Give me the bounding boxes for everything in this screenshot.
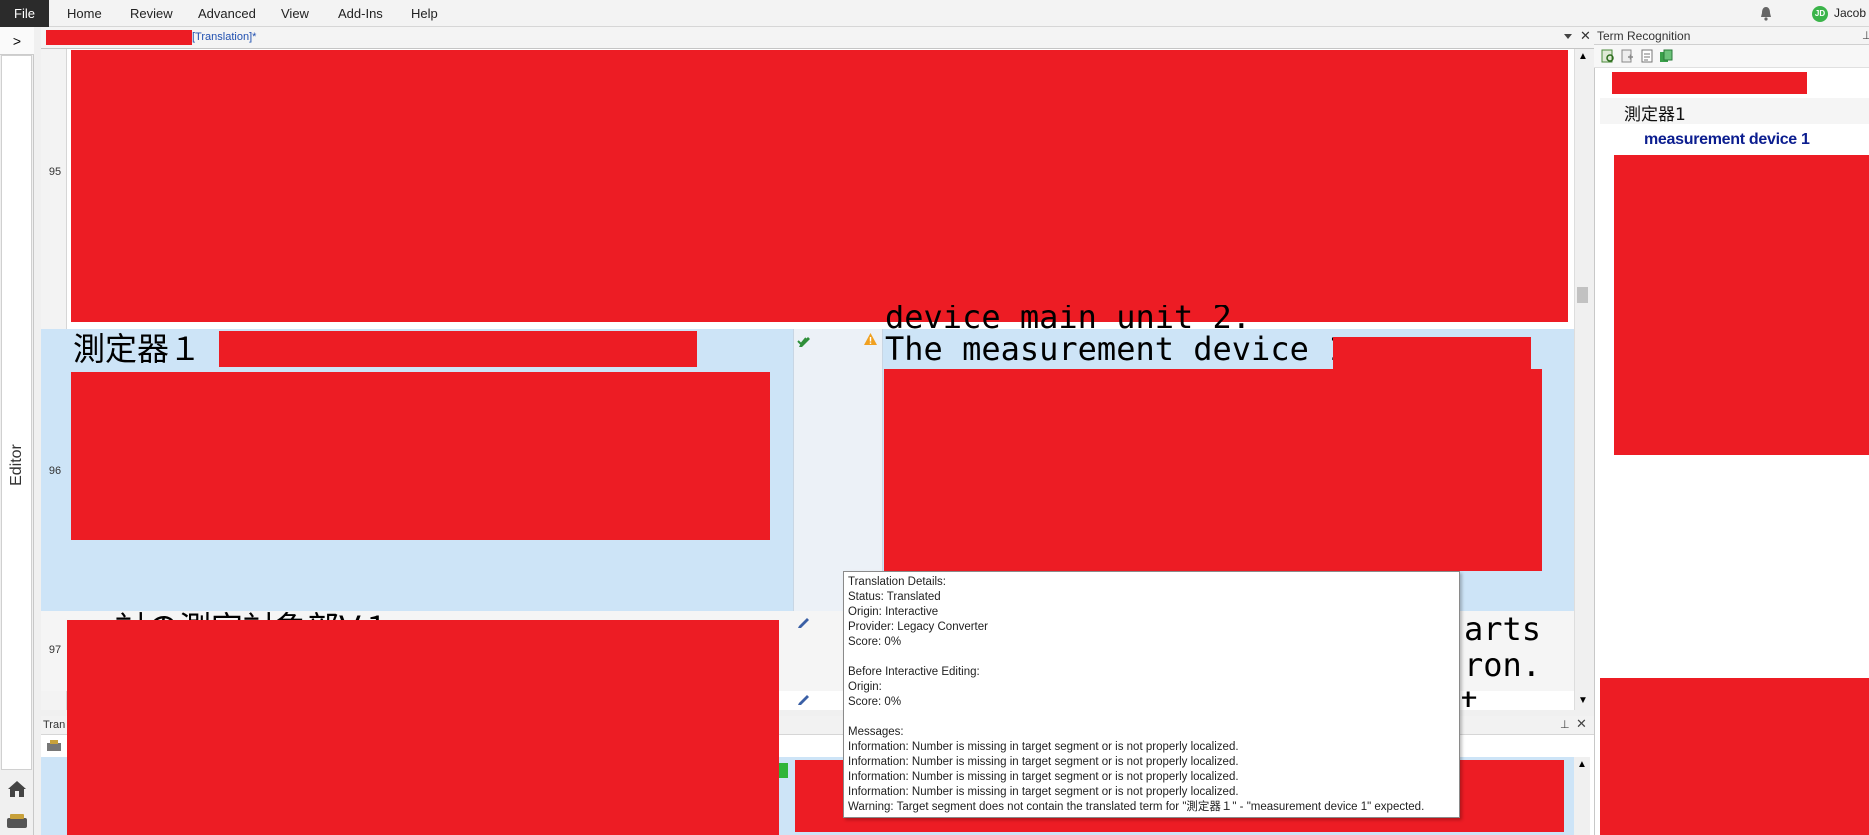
- tooltip-before-origin: Origin:: [848, 681, 882, 693]
- row-number-97: 97: [48, 644, 62, 656]
- menu-advanced[interactable]: Advanced: [198, 0, 256, 27]
- redacted-source-97-block: [67, 620, 779, 835]
- tooltip-before-editing: Before Interactive Editing:: [848, 666, 980, 678]
- tooltip-status: Status: Translated: [848, 591, 941, 603]
- tooltip-score: Score: 0%: [848, 636, 902, 648]
- target-segment-97-line3: t: [1460, 684, 1480, 707]
- source-segment-96[interactable]: 測定器１: [73, 330, 218, 368]
- scroll-down-arrow[interactable]: ▼: [1578, 695, 1588, 706]
- scroll-up-arrow[interactable]: ▲: [1577, 759, 1587, 770]
- tooltip-warning-message: Warning: Target segment does not contain…: [848, 801, 1425, 813]
- translation-details-tooltip: Translation Details: Status: Translated …: [843, 571, 1460, 818]
- redacted-target-block: [884, 369, 1542, 571]
- confirmed-pencil-icon[interactable]: [797, 332, 814, 349]
- row-number-95: 95: [48, 166, 62, 178]
- menu-view[interactable]: View: [281, 0, 309, 27]
- redacted-segment-95: [71, 50, 1568, 322]
- target-segment-96[interactable]: The measurement device 1: [885, 330, 1335, 368]
- warning-icon[interactable]: [863, 332, 878, 346]
- target-segment-97-line1: arts: [1464, 611, 1542, 647]
- user-avatar[interactable]: JD: [1812, 6, 1828, 22]
- tooltip-spacer: [848, 710, 1455, 725]
- search-termbase-icon[interactable]: [1601, 49, 1615, 63]
- pin-panel-icon[interactable]: ⊥: [1862, 29, 1869, 42]
- menu-bar: File Home Review Advanced View Add-Ins H…: [0, 0, 1869, 47]
- home-icon[interactable]: [6, 779, 28, 799]
- document-tab[interactable]: [Translation]*: [192, 31, 256, 43]
- close-document-button[interactable]: ✕: [1580, 28, 1591, 44]
- menu-home[interactable]: Home: [67, 0, 102, 27]
- scroll-up-arrow[interactable]: ▲: [1578, 51, 1588, 62]
- editor-vertical-scrollbar[interactable]: ▲ ▼: [1574, 49, 1590, 710]
- editor-view-tab[interactable]: Editor: [1, 55, 32, 770]
- tooltip-message: Information: Number is missing in target…: [848, 741, 1239, 753]
- document-tab-strip: [41, 27, 1597, 49]
- tooltip-message: Information: Number is missing in target…: [848, 786, 1239, 798]
- tooltip-messages-heading: Messages:: [848, 726, 904, 738]
- redacted-source-block: [71, 372, 770, 540]
- term-source: 測定器1: [1624, 105, 1686, 125]
- menu-file[interactable]: File: [0, 0, 49, 27]
- term-target[interactable]: measurement device 1: [1644, 131, 1810, 149]
- bottom-panel-tab[interactable]: Tran: [43, 719, 65, 731]
- tooltip-heading: Translation Details:: [848, 576, 947, 588]
- tab-list-dropdown-icon[interactable]: [1562, 30, 1574, 42]
- user-name[interactable]: Jacob D: [1834, 0, 1869, 47]
- status-column-96: [793, 329, 883, 611]
- tooltip-spacer: [848, 650, 1455, 665]
- menu-addins[interactable]: Add-Ins: [338, 0, 383, 27]
- redacted-source-text: [219, 331, 697, 367]
- term-recognition-title: Term Recognition: [1597, 29, 1691, 43]
- redacted-document-name: [46, 30, 192, 45]
- add-term-icon[interactable]: [1620, 49, 1634, 63]
- tooltip-provider: Provider: Legacy Converter: [848, 621, 988, 633]
- tooltip-before-score: Score: 0%: [848, 696, 902, 708]
- editor-view-label: Editor: [8, 444, 25, 486]
- menu-review[interactable]: Review: [130, 0, 173, 27]
- tooltip-message: Information: Number is missing in target…: [848, 771, 1239, 783]
- bottom-panel-scrollbar[interactable]: ▲: [1574, 757, 1590, 835]
- tooltip-message: Information: Number is missing in target…: [848, 756, 1239, 768]
- termbase-settings-icon[interactable]: [1659, 49, 1673, 63]
- redacted-target-text: [1333, 337, 1531, 370]
- close-panel-icon[interactable]: ✕: [1576, 716, 1587, 732]
- projects-icon[interactable]: [6, 812, 28, 830]
- notification-bell-icon[interactable]: [1759, 6, 1773, 21]
- edit-pencil-icon[interactable]: [797, 690, 812, 705]
- menu-help[interactable]: Help: [411, 0, 438, 27]
- row-number-96: 96: [48, 465, 62, 477]
- term-panel-toolbar: [1594, 45, 1869, 68]
- target-segment-96-above: device main unit 2.: [885, 305, 1252, 329]
- tooltip-origin: Origin: Interactive: [848, 606, 939, 618]
- redacted-term-details: [1614, 155, 1869, 455]
- term-details-icon[interactable]: [1640, 49, 1654, 63]
- match-indicator: [779, 763, 788, 778]
- bottom-panel-tool-icon[interactable]: [46, 739, 62, 753]
- target-segment-97-line2: ron.: [1464, 647, 1542, 683]
- expand-sidebar-button[interactable]: >: [0, 27, 34, 55]
- edit-pencil-icon[interactable]: [797, 613, 812, 628]
- redacted-term-panel-bottom: [1600, 678, 1869, 835]
- scrollbar-thumb[interactable]: [1577, 287, 1588, 303]
- pin-panel-icon[interactable]: ⊥: [1560, 718, 1570, 731]
- redacted-termbase-name: [1612, 72, 1807, 94]
